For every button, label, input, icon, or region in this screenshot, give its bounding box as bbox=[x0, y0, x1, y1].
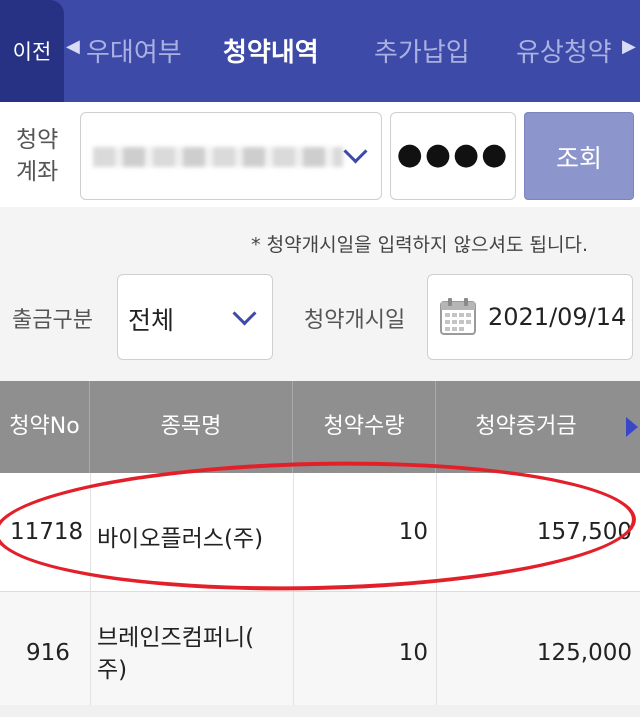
column-header-deposit: 청약증거금 bbox=[475, 414, 577, 439]
account-select[interactable] bbox=[80, 112, 382, 200]
tab-subscription-history[interactable]: 청약내역 bbox=[223, 32, 319, 69]
column-divider bbox=[90, 473, 91, 591]
row-name: 브레인즈컴퍼니( 주) bbox=[97, 622, 254, 686]
chevron-down-icon bbox=[343, 139, 368, 164]
row-name-line1: 브레인즈컴퍼니( bbox=[97, 625, 255, 651]
password-mask: ●●●● bbox=[396, 137, 510, 172]
account-number-redacted bbox=[93, 147, 343, 167]
top-nav: 이전 ◀ 우대여부 청약내역 추가납입 유상청약 ▶ bbox=[0, 0, 640, 102]
row-deposit: 125,000 bbox=[536, 640, 632, 666]
row-quantity: 10 bbox=[398, 519, 428, 545]
query-button-label: 조회 bbox=[555, 144, 602, 173]
withdrawal-type-label: 출금구분 bbox=[12, 308, 93, 333]
back-button[interactable]: 이전 bbox=[0, 0, 64, 102]
tab-additional-payment[interactable]: 추가납입 bbox=[374, 32, 470, 69]
row-no: 11718 bbox=[10, 519, 84, 545]
row-name-line2: 주) bbox=[97, 657, 128, 683]
query-button[interactable]: 조회 bbox=[524, 112, 634, 200]
start-date-label: 청약개시일 bbox=[304, 308, 406, 333]
start-date-notice: * 청약개시일을 입력하지 않으셔도 됩니다. bbox=[251, 234, 588, 256]
column-header-name: 종목명 bbox=[90, 381, 293, 473]
row-name: 바이오플러스(주) bbox=[97, 526, 264, 552]
withdrawal-type-value: 전체 bbox=[128, 306, 175, 335]
scroll-left-icon[interactable]: ◀ bbox=[66, 36, 80, 57]
column-divider bbox=[90, 592, 91, 705]
password-field[interactable]: ●●●● bbox=[390, 112, 516, 200]
scroll-right-icon[interactable]: ▶ bbox=[622, 36, 636, 57]
table-header: 청약No 종목명 청약수량 청약증거금 bbox=[0, 381, 640, 473]
table-row[interactable]: 11718 바이오플러스(주) 10 157,500 bbox=[0, 473, 640, 592]
column-header-quantity: 청약수량 bbox=[293, 381, 436, 473]
start-date-field[interactable]: 2021/09/14 bbox=[427, 274, 633, 360]
account-label-line2: 계좌 bbox=[16, 159, 59, 185]
calendar-icon[interactable] bbox=[440, 297, 476, 335]
withdrawal-type-select[interactable]: 전체 bbox=[117, 274, 273, 360]
back-button-label: 이전 bbox=[12, 40, 52, 64]
row-deposit: 157,500 bbox=[536, 519, 632, 545]
tab-preference[interactable]: 우대여부 bbox=[86, 32, 182, 69]
account-label-line1: 청약 bbox=[16, 127, 59, 153]
scroll-right-columns-icon[interactable] bbox=[626, 417, 638, 437]
row-no: 916 bbox=[26, 640, 70, 666]
bottom-strip bbox=[0, 705, 640, 717]
table-row[interactable]: 916 브레인즈컴퍼니( 주) 10 125,000 bbox=[0, 592, 640, 706]
column-header-no: 청약No bbox=[0, 381, 90, 473]
tab-rights-offering[interactable]: 유상청약 bbox=[516, 32, 612, 69]
account-label: 청약 계좌 bbox=[16, 124, 76, 188]
start-date-value: 2021/09/14 bbox=[488, 303, 627, 331]
row-quantity: 10 bbox=[398, 640, 428, 666]
chevron-down-icon bbox=[232, 301, 257, 326]
